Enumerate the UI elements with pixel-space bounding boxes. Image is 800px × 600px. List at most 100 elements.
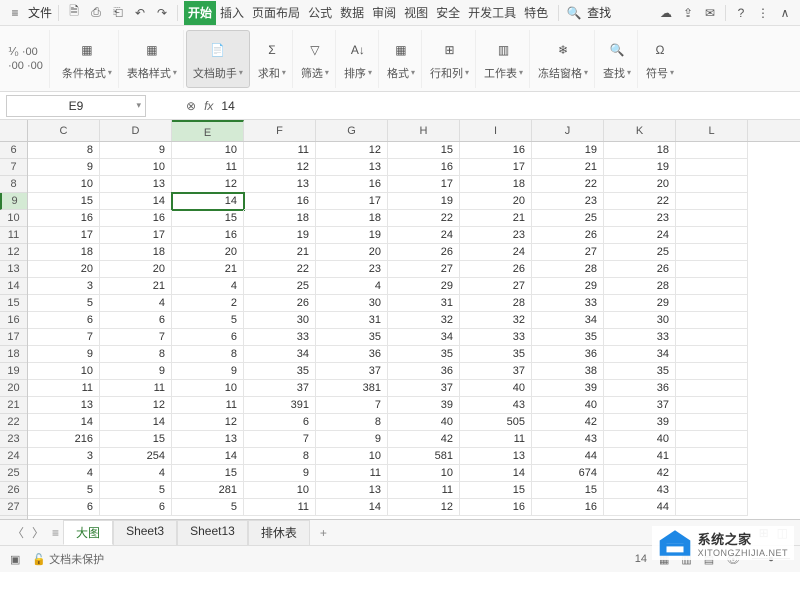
sheet-tab[interactable]: Sheet13 (177, 520, 248, 545)
cell[interactable]: 40 (532, 397, 604, 414)
row-header[interactable]: 11 (0, 227, 27, 244)
cell[interactable] (676, 414, 748, 431)
row-header[interactable]: 19 (0, 363, 27, 380)
cell[interactable]: 6 (172, 329, 244, 346)
cell[interactable]: 16 (460, 142, 532, 159)
cell[interactable]: 18 (604, 142, 676, 159)
select-all-corner[interactable] (0, 120, 27, 142)
cell[interactable] (676, 482, 748, 499)
cell[interactable]: 17 (460, 159, 532, 176)
ribbon-tab[interactable]: 开始 (184, 1, 216, 25)
ribbon-筛选[interactable]: ▽筛选▾ (295, 30, 336, 88)
cell[interactable]: 20 (316, 244, 388, 261)
cell[interactable]: 25 (604, 244, 676, 261)
cell[interactable]: 19 (316, 227, 388, 244)
cell[interactable]: 26 (388, 244, 460, 261)
cell[interactable]: 16 (28, 210, 100, 227)
cell[interactable] (676, 244, 748, 261)
cell[interactable]: 17 (316, 193, 388, 210)
column-header[interactable]: I (460, 120, 532, 141)
cell[interactable]: 21 (244, 244, 316, 261)
cell[interactable]: 39 (388, 397, 460, 414)
column-header[interactable]: J (532, 120, 604, 141)
ribbon-tab[interactable]: 公式 (304, 1, 336, 25)
cell[interactable]: 11 (100, 380, 172, 397)
cell[interactable]: 391 (244, 397, 316, 414)
cell[interactable]: 9 (100, 142, 172, 159)
column-header[interactable]: L (676, 120, 748, 141)
fx-icon[interactable]: fx (204, 99, 213, 113)
cell[interactable]: 6 (100, 312, 172, 329)
cell[interactable]: 19 (244, 227, 316, 244)
cell[interactable]: 4 (316, 278, 388, 295)
cell[interactable]: 16 (532, 499, 604, 516)
cell[interactable]: 6 (28, 499, 100, 516)
cell[interactable]: 35 (604, 363, 676, 380)
cell[interactable]: 6 (244, 414, 316, 431)
cancel-fx-icon[interactable]: ⊗ (186, 99, 196, 113)
ribbon-冻结窗格[interactable]: ❄冻结窗格▾ (532, 30, 595, 88)
row-header[interactable]: 10 (0, 210, 27, 227)
cell[interactable]: 11 (172, 397, 244, 414)
cell[interactable] (676, 210, 748, 227)
cell[interactable]: 30 (244, 312, 316, 329)
cell[interactable] (676, 465, 748, 482)
row-header[interactable]: 22 (0, 414, 27, 431)
row-header[interactable]: 12 (0, 244, 27, 261)
ribbon-排序[interactable]: A↓排序▾ (338, 30, 379, 88)
cell[interactable]: 3 (28, 448, 100, 465)
cell[interactable]: 2 (172, 295, 244, 312)
find-label[interactable]: 查找 (587, 4, 611, 21)
formula-input[interactable]: 14 (221, 99, 234, 113)
cell[interactable]: 35 (316, 329, 388, 346)
cell[interactable]: 34 (532, 312, 604, 329)
cell[interactable]: 39 (604, 414, 676, 431)
ribbon-tab[interactable]: 页面布局 (248, 1, 304, 25)
cell[interactable]: 12 (172, 414, 244, 431)
cell[interactable]: 18 (316, 210, 388, 227)
cell[interactable]: 14 (172, 448, 244, 465)
row-header[interactable]: 9 (0, 193, 27, 210)
undo-icon[interactable]: ↶ (131, 4, 149, 22)
ribbon-tab[interactable]: 插入 (216, 1, 248, 25)
cell[interactable]: 16 (316, 176, 388, 193)
row-header[interactable]: 21 (0, 397, 27, 414)
cell[interactable]: 21 (532, 159, 604, 176)
cell[interactable]: 22 (244, 261, 316, 278)
cell[interactable]: 19 (604, 159, 676, 176)
ribbon-tab[interactable]: 特色 (520, 1, 552, 25)
cell[interactable]: 34 (604, 346, 676, 363)
cell[interactable]: 381 (316, 380, 388, 397)
cell[interactable]: 14 (100, 193, 172, 210)
cell[interactable]: 34 (388, 329, 460, 346)
cell[interactable]: 17 (100, 227, 172, 244)
cell[interactable]: 29 (604, 295, 676, 312)
cell[interactable]: 10 (100, 159, 172, 176)
cell[interactable]: 4 (172, 278, 244, 295)
cell[interactable]: 12 (244, 159, 316, 176)
search-icon[interactable]: 🔍 (565, 4, 583, 22)
cell[interactable]: 15 (28, 193, 100, 210)
cell[interactable]: 37 (460, 363, 532, 380)
cell[interactable]: 8 (244, 448, 316, 465)
cell[interactable]: 44 (604, 499, 676, 516)
column-header[interactable]: K (604, 120, 676, 141)
cell[interactable]: 28 (532, 261, 604, 278)
cell[interactable]: 42 (388, 431, 460, 448)
cell[interactable]: 25 (244, 278, 316, 295)
cell[interactable]: 18 (28, 244, 100, 261)
row-header[interactable]: 16 (0, 312, 27, 329)
cell[interactable]: 20 (28, 261, 100, 278)
cell[interactable]: 9 (172, 363, 244, 380)
cell[interactable] (676, 193, 748, 210)
cell[interactable]: 43 (460, 397, 532, 414)
cell[interactable]: 37 (388, 380, 460, 397)
cell[interactable]: 13 (28, 397, 100, 414)
print-icon[interactable]: ⎙ (87, 4, 105, 22)
column-header[interactable]: F (244, 120, 316, 141)
cell[interactable]: 5 (28, 295, 100, 312)
cell[interactable]: 43 (604, 482, 676, 499)
cell[interactable]: 30 (604, 312, 676, 329)
cell[interactable]: 5 (28, 482, 100, 499)
cell[interactable]: 9 (28, 346, 100, 363)
